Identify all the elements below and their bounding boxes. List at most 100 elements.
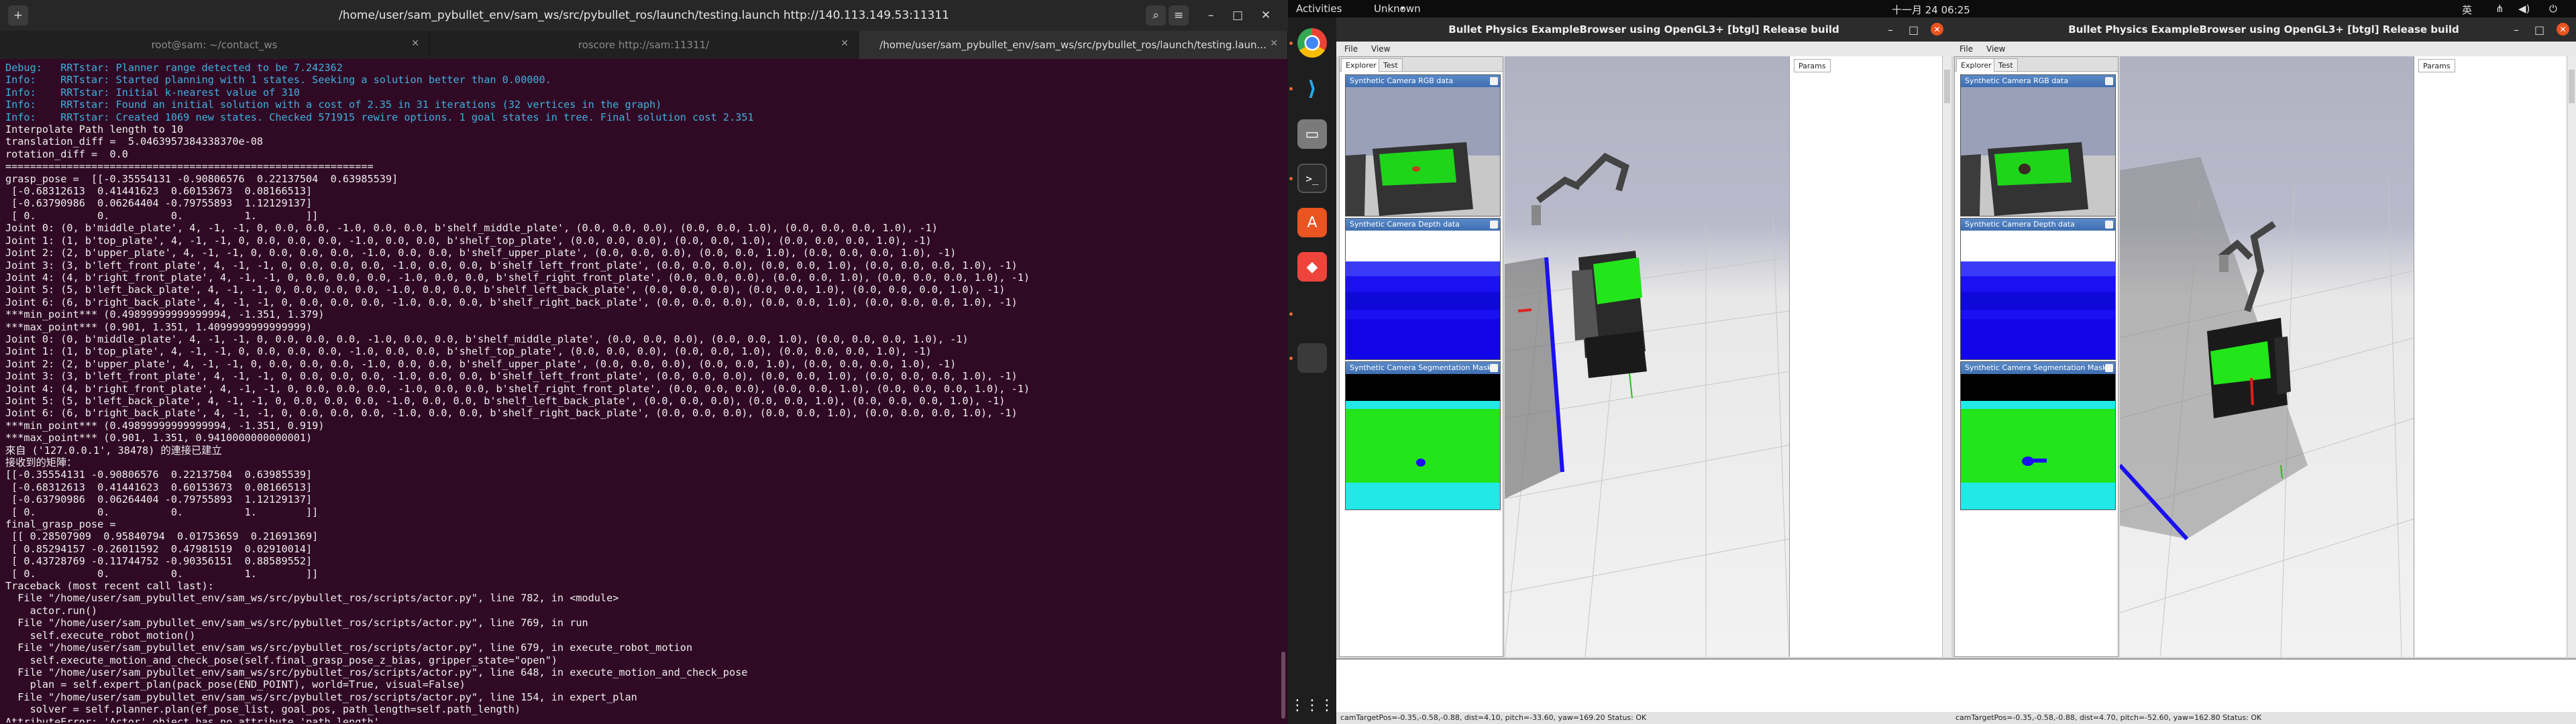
terminal-window: + /home/user/sam_pybullet_env/sam_ws/src… [0, 0, 1288, 724]
volume-icon[interactable]: ◀) [2518, 3, 2530, 15]
close-icon[interactable]: ✕ [1931, 23, 1943, 36]
software-store-icon[interactable]: A [1297, 208, 1327, 237]
maximize-icon[interactable]: □ [1228, 5, 1248, 25]
close-icon[interactable]: ✕ [2557, 23, 2569, 36]
menu-file[interactable]: File [1344, 44, 1358, 54]
activities-button[interactable]: Activities [1296, 3, 1342, 15]
show-apps-icon[interactable]: ⋮⋮⋮ [1290, 690, 1334, 720]
tab-test[interactable]: Test [1379, 58, 1403, 72]
params-scrollbar[interactable] [1942, 56, 1951, 657]
minimize-icon[interactable]: – [1201, 5, 1221, 25]
menu-view[interactable]: View [1371, 44, 1390, 54]
minimize-icon[interactable]: – [1888, 23, 1893, 36]
terminal-tab-active[interactable]: /home/user/sam_pybullet_env/sam_ws/src/p… [859, 31, 1288, 59]
scrollbar-thumb[interactable] [2569, 70, 2575, 103]
terminal-tab[interactable]: root@sam: ~/contact_ws ✕ [0, 31, 429, 59]
terminal-line: Info: RRTstar: Found an initial solution… [5, 99, 662, 111]
terminal-line: solver = self.planner.plan(ef_pose_list,… [5, 703, 521, 716]
scrollbar-thumb[interactable] [1281, 652, 1285, 719]
search-icon[interactable]: ⌕ [1146, 5, 1166, 25]
status-bar: camTargetPos=-0.35,-0.58,-0.88, dist=4.1… [1336, 712, 1951, 724]
tab-params[interactable]: Params [2418, 59, 2455, 72]
terminal-title: /home/user/sam_pybullet_env/sam_ws/src/p… [339, 9, 949, 22]
chrome-icon[interactable] [1297, 28, 1327, 58]
menubar: File View [1336, 42, 1951, 56]
terminal-line: [ 0. 0. 0. 1. ]] [5, 505, 319, 518]
tab-explorer[interactable]: Explorer [1341, 58, 1381, 72]
app-menu[interactable]: Unknown [1374, 3, 1421, 15]
power-icon[interactable]: ⏻ [2549, 3, 2557, 15]
camera-segmentation-panel[interactable]: Synthetic Camera Segmentation Mask [1345, 361, 1501, 510]
input-method-icon[interactable]: 英 [2462, 3, 2472, 17]
maximize-icon[interactable]: □ [1909, 23, 1919, 36]
terminal-line: ***max_point*** (0.901, 1.351, 1.4099999… [5, 320, 313, 333]
terminal-line: ========================================… [5, 160, 374, 173]
window-title[interactable]: Bullet Physics ExampleBrowser using Open… [1336, 17, 1951, 42]
dock: ⟩ ▭ >_ A ◆ ⋮⋮⋮ [1288, 17, 1336, 724]
tab-close-icon[interactable]: ✕ [841, 38, 849, 49]
console-panel[interactable] [1336, 658, 1951, 712]
terminal-line: Joint 4: (4, b'right_front_plate', 4, -1… [5, 382, 1030, 395]
tab-close-icon[interactable]: ✕ [1270, 38, 1278, 49]
terminal-line: rotation_diff = 0.0 [5, 147, 128, 160]
rgb-camera-image [1961, 87, 2115, 216]
terminal-line: [[-0.35554131 -0.90806576 0.22137504 0.6… [5, 469, 313, 481]
terminal-line: 來自 ('127.0.0.1', 38478) 的連接已建立 [5, 444, 222, 457]
scrollbar-thumb[interactable] [1944, 70, 1950, 103]
terminal-line: [-0.63790986 0.06264404 -0.79755893 1.12… [5, 197, 313, 210]
gnome-topbar: Activities Unknown ▾ 十一月 24 06:25 英 ⋔ ◀)… [1288, 0, 2576, 17]
terminal-line: Joint 6: (6, b'right_back_plate', 4, -1,… [5, 407, 1018, 420]
terminal-line: ***max_point*** (0.901, 1.351, 0.9410000… [5, 432, 313, 444]
terminal-line: [-0.68312613 0.41441623 0.60153673 0.081… [5, 185, 313, 198]
active-window-icon[interactable] [1297, 343, 1327, 373]
camera-rgb-panel[interactable]: Synthetic Camera RGB data [1345, 74, 1501, 217]
terminal-line: [-0.63790986 0.06264404 -0.79755893 1.12… [5, 493, 313, 506]
camera-rgb-panel[interactable]: Synthetic Camera RGB data [1960, 74, 2116, 217]
terminal-line: [ 0.85294157 -0.26011592 0.47981519 0.02… [5, 542, 313, 555]
maximize-icon[interactable]: □ [2534, 23, 2544, 36]
tab-close-icon[interactable]: ✕ [411, 38, 419, 49]
terminal-line: Interpolate Path length to 10 [5, 123, 184, 136]
params-scrollbar[interactable] [2567, 56, 2576, 657]
terminal-tab[interactable]: roscore http://sam:11311/ ✕ [429, 31, 859, 59]
terminal-icon[interactable]: >_ [1297, 164, 1327, 193]
params-panel: Params [2414, 56, 2567, 657]
terminal-line: Joint 3: (3, b'left_front_plate', 4, -1,… [5, 370, 1018, 383]
new-tab-icon[interactable]: + [8, 5, 28, 25]
menu-icon[interactable]: ≡ [1169, 5, 1189, 25]
terminal-line: Info: RRTstar: Started planning with 1 s… [5, 74, 551, 86]
terminal-line: Debug: RRTstar: Planner range detected t… [5, 62, 343, 74]
close-icon[interactable]: ✕ [1256, 5, 1276, 25]
scene-render [1505, 152, 1789, 657]
clock[interactable]: 十一月 24 06:25 [1892, 3, 1970, 17]
tab-test[interactable]: Test [1994, 58, 2018, 72]
params-panel: Params [1789, 56, 1943, 657]
network-icon[interactable]: ⋔ [2496, 3, 2504, 15]
camera-depth-panel[interactable]: Synthetic Camera Depth data [1960, 218, 2116, 360]
terminal-scrollbar[interactable] [1280, 62, 1287, 724]
camera-depth-panel[interactable]: Synthetic Camera Depth data [1345, 218, 1501, 360]
console-panel[interactable] [1951, 658, 2576, 712]
minimize-icon[interactable]: – [2514, 23, 2519, 36]
terminal-line: grasp_pose = [[-0.35554131 -0.90806576 0… [5, 172, 398, 185]
vscode-icon[interactable]: ⟩ [1297, 74, 1327, 103]
window-title[interactable]: Bullet Physics ExampleBrowser using Open… [1951, 17, 2576, 42]
rgb-camera-image [1346, 87, 1500, 216]
anydesk-icon[interactable]: ◆ [1297, 252, 1327, 282]
tab-explorer[interactable]: Explorer [1956, 58, 1996, 72]
terminal-titlebar[interactable]: + /home/user/sam_pybullet_env/sam_ws/src… [0, 0, 1288, 31]
menu-file[interactable]: File [1960, 44, 1973, 54]
3d-viewport[interactable] [2120, 56, 2414, 657]
terminal-line: translation_diff = 5.0463957384338370e-0… [5, 135, 264, 148]
tab-params[interactable]: Params [1794, 59, 1831, 72]
terminal-line: ***min_point*** (0.49899999999999994, -1… [5, 308, 325, 321]
terminal-output[interactable]: Debug: RRTstar: Planner range detected t… [5, 62, 1273, 723]
3d-viewport[interactable] [1505, 56, 1789, 657]
menu-view[interactable]: View [1986, 44, 2005, 54]
files-icon[interactable]: ▭ [1297, 119, 1327, 149]
camera-segmentation-panel[interactable]: Synthetic Camera Segmentation Mask [1960, 361, 2116, 510]
segmentation-image [1346, 374, 1500, 509]
menubar: File View [1951, 42, 2576, 56]
terminal-line: Joint 2: (2, b'upper_plate', 4, -1, -1, … [5, 357, 957, 370]
terminal-line: Joint 1: (1, b'top_plate', 4, -1, -1, 0,… [5, 234, 932, 247]
